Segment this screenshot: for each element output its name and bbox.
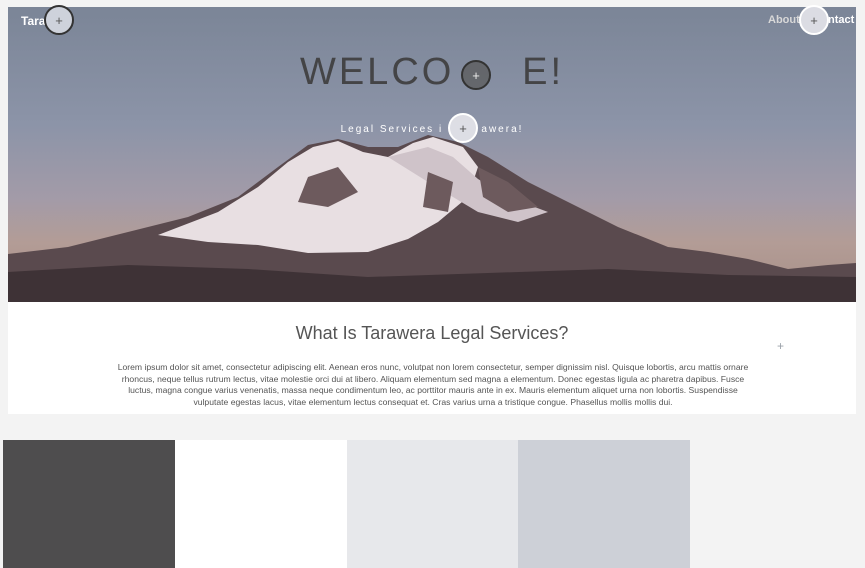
section-title: What Is Tarawera Legal Services?	[295, 323, 569, 343]
website-preview: Tara About ntact WELCO E! Legal Services…	[8, 7, 856, 414]
add-marker-tagline[interactable]: +	[448, 113, 478, 143]
swatch-5[interactable]	[690, 440, 862, 568]
add-marker-nav[interactable]: +	[799, 5, 829, 35]
hero-banner: Tara About ntact WELCO E! Legal Services…	[8, 7, 856, 302]
plus-icon: +	[810, 12, 818, 28]
swatch-1[interactable]	[3, 440, 175, 568]
swatch-2[interactable]	[175, 440, 347, 568]
brand-name[interactable]: Tara	[21, 14, 45, 28]
section-body-text: Lorem ipsum dolor sit amet, consectetur …	[117, 362, 749, 407]
hero-title: WELCO E!	[299, 51, 565, 93]
hero-tagline: Legal Services i awera!	[340, 124, 524, 135]
plus-icon[interactable]: +	[777, 339, 784, 353]
color-palette	[3, 440, 865, 568]
swatch-3[interactable]	[347, 440, 519, 568]
nav-contact-link[interactable]: ntact	[828, 14, 854, 26]
plus-icon: +	[472, 67, 480, 83]
add-marker-title[interactable]: +	[461, 60, 491, 90]
plus-icon: +	[459, 120, 467, 136]
plus-icon: +	[55, 12, 63, 28]
swatch-4[interactable]	[518, 440, 690, 568]
add-marker-brand[interactable]: +	[44, 5, 74, 35]
nav-about-link[interactable]: About	[768, 14, 800, 26]
